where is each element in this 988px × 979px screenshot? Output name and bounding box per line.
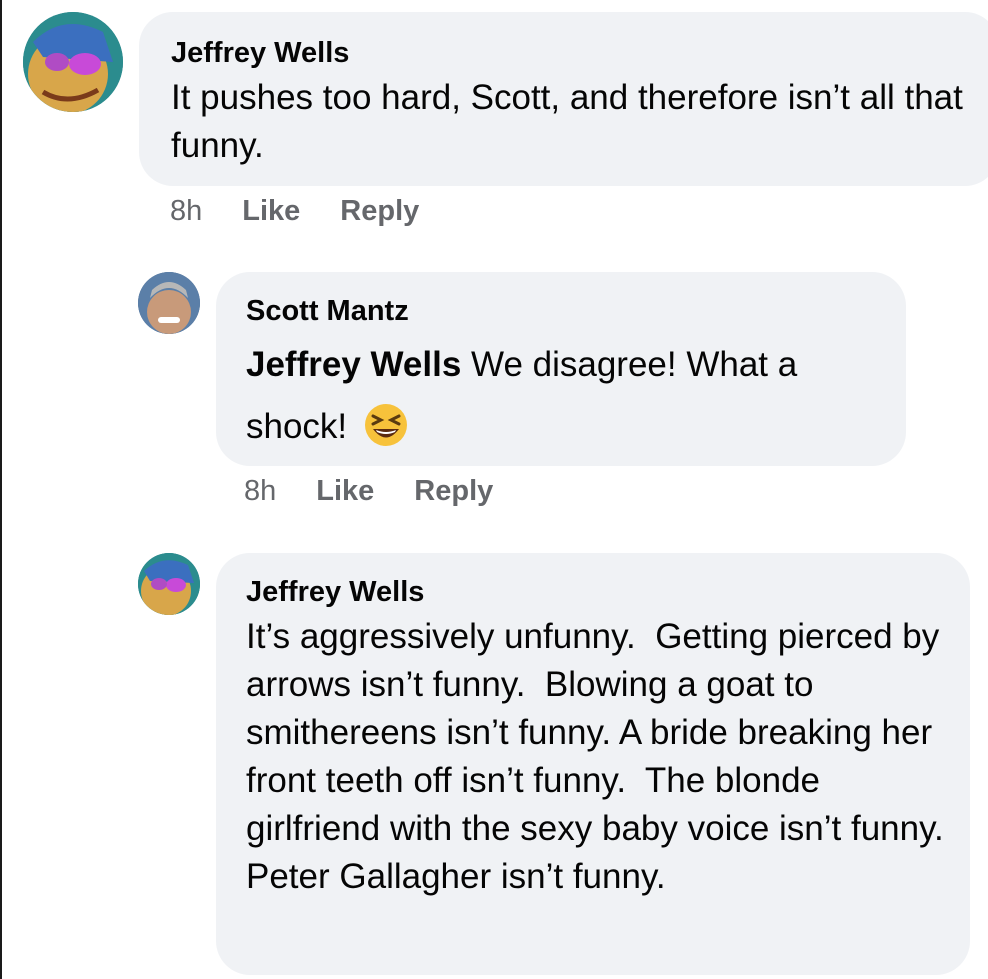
comment-actions: 8h Like Reply (170, 195, 459, 228)
comment-author[interactable]: Scott Mantz (246, 294, 906, 328)
window-edge (0, 0, 2, 979)
comment-bubble: Jeffrey Wells It pushes too hard, Scott,… (139, 12, 988, 186)
avatar[interactable] (138, 272, 200, 334)
comment-author[interactable]: Jeffrey Wells (246, 575, 970, 609)
mention-link[interactable]: Jeffrey Wells (246, 345, 461, 384)
profile-photo-icon (138, 553, 200, 615)
reply-button[interactable]: Reply (414, 475, 493, 508)
reply-actions: 8h Like Reply (244, 475, 533, 508)
reply-bubble: Jeffrey Wells It’s aggressively unfunny.… (216, 553, 970, 975)
avatar[interactable] (138, 553, 200, 615)
like-button[interactable]: Like (316, 475, 374, 508)
like-button[interactable]: Like (242, 195, 300, 228)
profile-photo-icon (138, 272, 200, 334)
comment-author[interactable]: Jeffrey Wells (171, 36, 988, 70)
comment-text: It’s aggressively unfunny. Getting pierc… (246, 617, 964, 896)
grinning-squinting-face-icon (364, 403, 407, 446)
profile-photo-icon (23, 12, 123, 112)
avatar[interactable] (23, 12, 123, 112)
reply-bubble: Scott Mantz Jeffrey Wells We disagree! W… (216, 272, 906, 466)
comment-text: It pushes too hard, Scott, and therefore… (171, 78, 963, 165)
comment-timestamp[interactable]: 8h (244, 475, 276, 508)
reply-button[interactable]: Reply (340, 195, 419, 228)
comment-text: Jeffrey Wells We disagree! What a shock! (246, 334, 886, 458)
comment-timestamp[interactable]: 8h (170, 195, 202, 228)
